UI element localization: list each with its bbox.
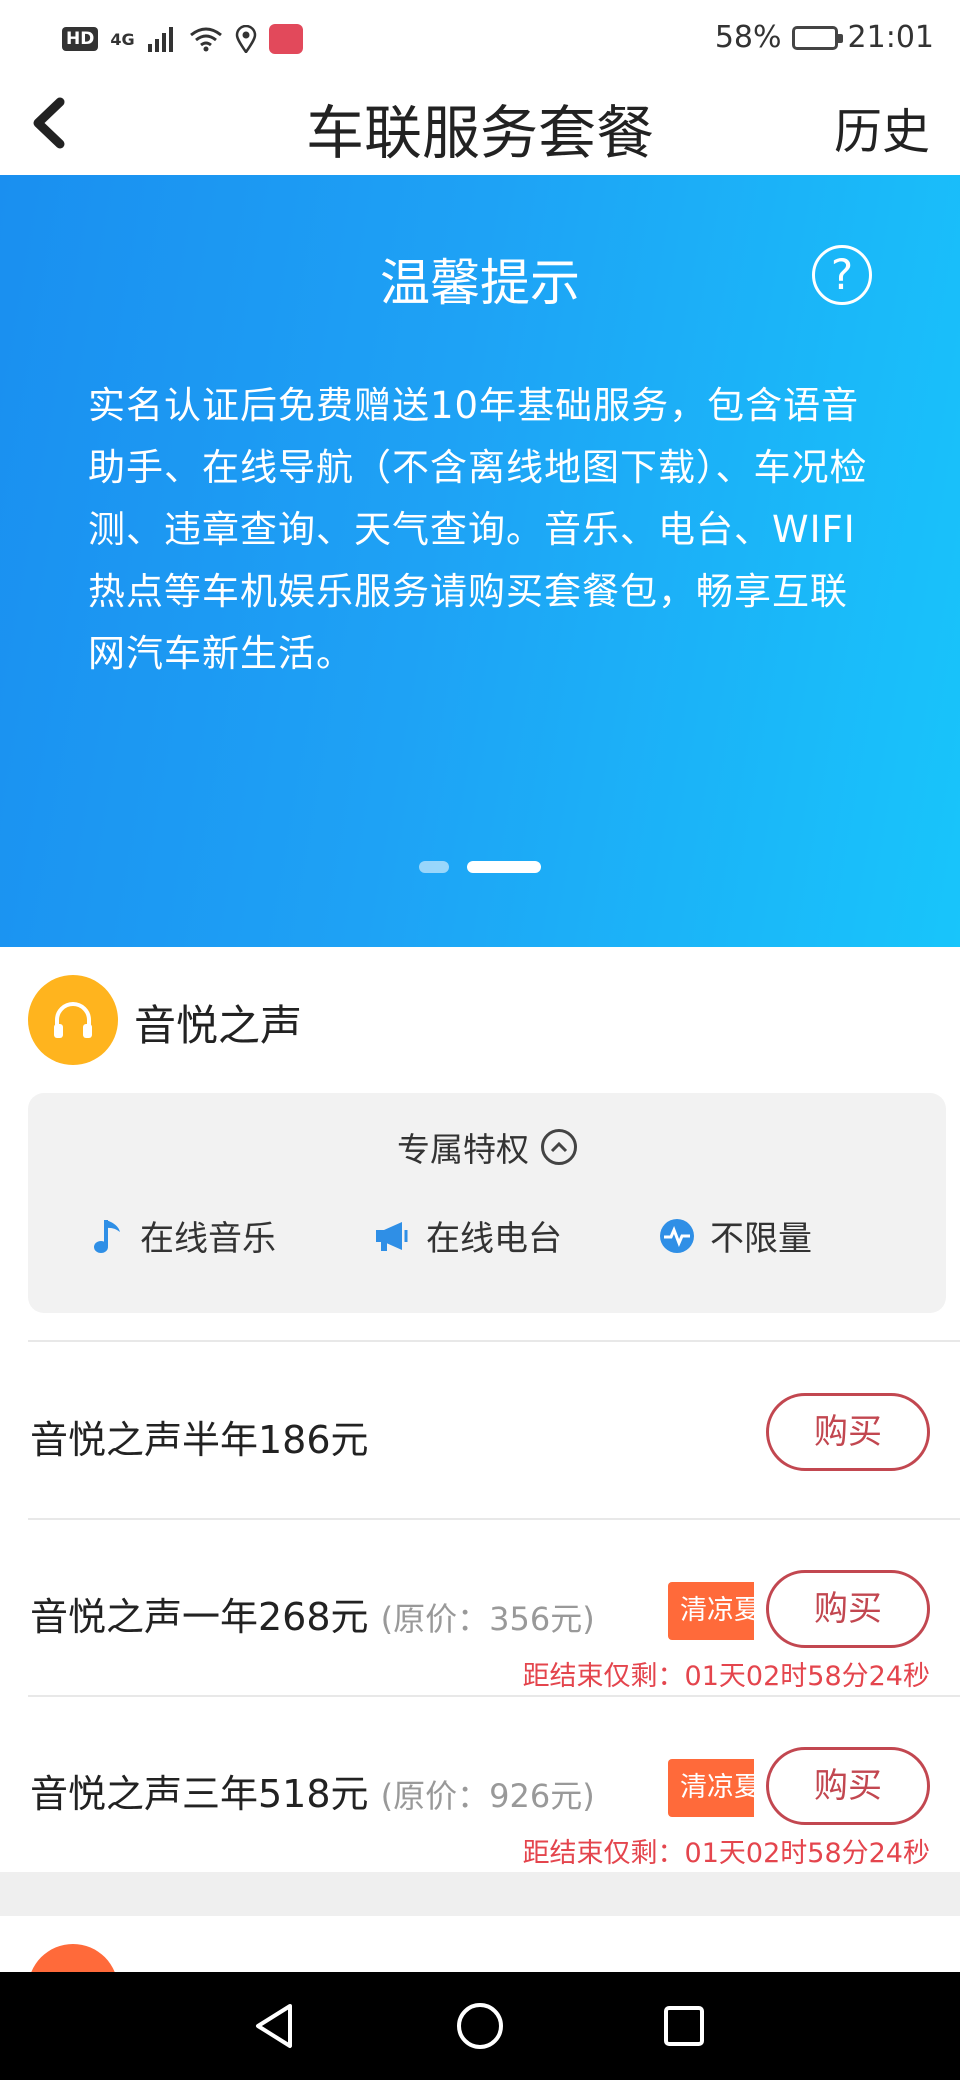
perk-unlimited: 不限量 <box>658 1211 812 1260</box>
location-icon <box>235 25 256 53</box>
next-package-header <box>0 1916 960 1972</box>
perk-label: 在线音乐 <box>140 1219 276 1259</box>
package-option-half-year: 音悦之声半年186元 购买 <box>0 1343 960 1518</box>
history-button[interactable]: 历史 <box>834 92 930 162</box>
perks-toggle[interactable]: 专属特权 <box>28 1123 946 1171</box>
page-title: 车联服务套餐 <box>305 99 654 167</box>
status-right: 58% 21:01 <box>715 20 934 55</box>
next-package-icon <box>28 1944 118 1972</box>
hd-indicator: HD <box>62 27 99 51</box>
status-bar: HD 4G 58% 21:01 <box>0 0 960 80</box>
promo-tag: 清凉夏 <box>668 1582 754 1640</box>
original-price: (原价：926元) <box>380 1777 595 1815</box>
headphones-glyph <box>54 1002 92 1038</box>
option-price: 音悦之声三年518元 <box>30 1772 369 1816</box>
countdown-text: 距结束仅剩：01天02时58分24秒 <box>522 1838 930 1869</box>
megaphone-icon <box>376 1221 408 1251</box>
status-left: HD 4G <box>62 24 303 54</box>
battery-icon <box>791 25 843 50</box>
perk-label: 在线电台 <box>426 1219 562 1259</box>
nav-recents-square-icon[interactable] <box>652 1994 716 2058</box>
promo-tag: 清凉夏 <box>668 1759 754 1817</box>
clock: 21:01 <box>847 20 934 55</box>
pulse-icon <box>660 1218 694 1253</box>
wifi-icon <box>189 27 222 52</box>
battery-percent: 58% <box>714 20 782 55</box>
app-notification-icon <box>268 24 303 54</box>
perks-panel: 专属特权 在线音乐 在线电台 不限量 <box>28 1093 946 1313</box>
chevron-up-icon <box>541 1129 577 1165</box>
package-name: 音悦之声 <box>134 1001 303 1050</box>
option-label: 音悦之声三年518元 (原价：926元) <box>30 1763 595 1818</box>
nav-back-triangle-icon[interactable] <box>242 1994 306 2058</box>
perk-online-radio: 在线电台 <box>372 1211 562 1260</box>
perk-online-music: 在线音乐 <box>90 1211 276 1260</box>
original-price: (原价：356元) <box>380 1600 595 1638</box>
carousel-dot[interactable] <box>419 861 449 873</box>
perk-label: 不限量 <box>710 1219 812 1259</box>
nav-home-circle-icon[interactable] <box>448 1994 512 2058</box>
section-gap <box>0 1872 960 1916</box>
perks-title: 专属特权 <box>397 1130 529 1169</box>
package-option-three-year: 音悦之声三年518元 (原价：926元) 清凉夏 购买 距结束仅剩：01天02时… <box>0 1697 960 1872</box>
buy-button[interactable]: 购买 <box>766 1747 930 1825</box>
nav-bar: 车联服务套餐 历史 <box>0 80 960 175</box>
package-option-one-year: 音悦之声一年268元 (原价：356元) 清凉夏 购买 距结束仅剩：01天02时… <box>0 1520 960 1695</box>
carousel-dot-active[interactable] <box>467 861 541 873</box>
buy-button[interactable]: 购买 <box>766 1570 930 1648</box>
headphones-icon <box>28 975 118 1065</box>
system-nav-bar <box>0 1972 960 2080</box>
buy-button[interactable]: 购买 <box>766 1393 930 1471</box>
carousel-dots <box>0 861 960 873</box>
banner-text: 实名认证后免费赠送10年基础服务，包含语音助手、在线导航（不含离线地图下载）、车… <box>88 384 868 675</box>
notice-banner[interactable]: 温馨提示 ? 实名认证后免费赠送10年基础服务，包含语音助手、在线导航（不含离线… <box>0 175 960 947</box>
divider <box>28 1340 960 1342</box>
network-type: 4G <box>110 29 135 49</box>
signal-icon <box>147 27 173 52</box>
package-header: 音悦之声 <box>0 947 960 1092</box>
option-label: 音悦之声半年186元 <box>30 1418 369 1462</box>
option-price: 音悦之声一年268元 <box>30 1595 369 1639</box>
help-icon[interactable]: ? <box>812 245 872 305</box>
music-note-icon <box>94 1219 120 1253</box>
option-label: 音悦之声一年268元 (原价：356元) <box>30 1586 595 1641</box>
countdown-text: 距结束仅剩：01天02时58分24秒 <box>522 1661 930 1692</box>
